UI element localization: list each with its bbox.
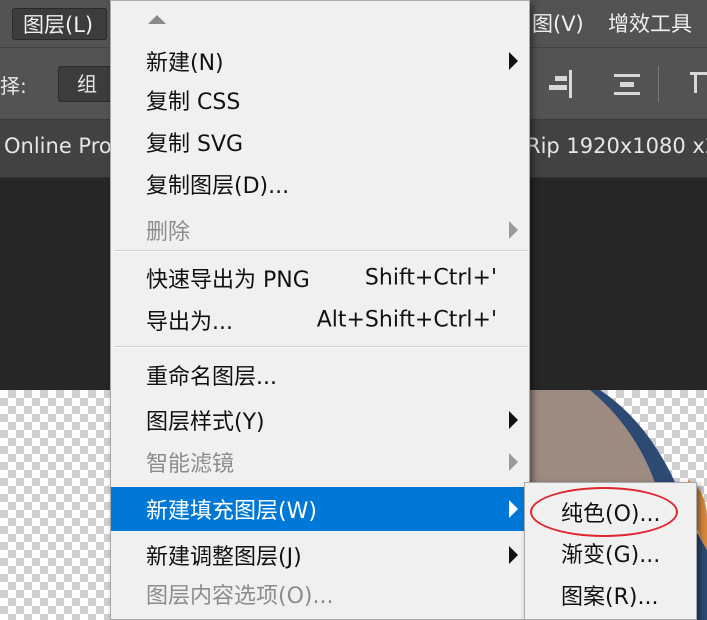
layer-menu: 新建(N) 复制 CSS 复制 SVG 复制图层(D)... 删除 快速导出为 … [110, 0, 530, 620]
menu-item-label: 复制 CSS [146, 90, 241, 115]
menu-item-rename-layer[interactable]: 重命名图层... [111, 355, 529, 395]
menu-item-label: 删除 [146, 220, 191, 245]
menu-item-label: 智能滤镜 [146, 452, 235, 477]
submenu-arrow-icon [509, 411, 518, 429]
menu-item-copy-css[interactable]: 复制 CSS [111, 80, 529, 120]
menu-item-label: 新建填充图层(W) [146, 499, 317, 524]
document-tab[interactable]: Online Pro [4, 134, 112, 158]
menubar-layer[interactable]: 图层(L) [12, 8, 107, 40]
menu-item-smart-filter[interactable]: 智能滤镜 [111, 442, 529, 482]
submenu-arrow-icon [509, 453, 518, 471]
auto-select-label: 择: [0, 74, 27, 98]
menu-item-new[interactable]: 新建(N) [111, 41, 529, 81]
menu-item-label: 重命名图层... [146, 365, 277, 390]
menu-item-label: 复制 SVG [146, 132, 244, 157]
align-horizontal-centers-icon[interactable] [610, 68, 642, 100]
submenu-item-label: 图案(R)... [561, 585, 659, 610]
menu-item-duplicate-layer[interactable]: 复制图层(D)... [111, 164, 529, 204]
menu-item-label: 图层内容选项(O)... [146, 584, 334, 609]
submenu-item-label: 渐变(G)... [561, 543, 661, 568]
menu-item-copy-svg[interactable]: 复制 SVG [111, 122, 529, 162]
submenu-item-label: 纯色(O)... [561, 502, 661, 527]
document-tab[interactable]: Rip 1920x1080 x2 [526, 134, 707, 158]
scroll-up-arrow-icon[interactable] [148, 15, 166, 24]
fill-layer-submenu: 纯色(O)... 渐变(G)... 图案(R)... [524, 482, 697, 620]
submenu-item-solid-color[interactable]: 纯色(O)... [525, 492, 696, 532]
menu-item-shortcut: Alt+Shift+Ctrl+' [316, 307, 497, 333]
menu-item-layer-style[interactable]: 图层样式(Y) [111, 400, 529, 440]
auto-select-dropdown[interactable]: 组 [58, 66, 118, 102]
menu-item-delete[interactable]: 删除 [111, 210, 529, 250]
menu-item-label: 新建(N) [146, 51, 224, 76]
menu-item-export-as[interactable]: 导出为... Alt+Shift+Ctrl+' [111, 300, 529, 340]
submenu-arrow-icon [509, 221, 518, 239]
align-top-edges-icon[interactable] [690, 72, 707, 94]
menubar-view[interactable]: 图(V) [532, 8, 584, 40]
submenu-arrow-icon [509, 500, 518, 518]
submenu-item-pattern[interactable]: 图案(R)... [525, 575, 696, 615]
submenu-arrow-icon [509, 52, 518, 70]
menu-item-label: 复制图层(D)... [146, 174, 290, 199]
menu-item-label: 导出为... [146, 310, 233, 335]
submenu-item-gradient[interactable]: 渐变(G)... [525, 533, 696, 573]
menubar-plugins[interactable]: 增效工具 [608, 8, 692, 40]
menu-item-layer-content-options[interactable]: 图层内容选项(O)... [111, 574, 529, 614]
align-right-edges-icon[interactable] [545, 68, 577, 100]
options-separator [658, 66, 659, 102]
menu-separator [114, 250, 528, 252]
menu-separator [114, 346, 528, 348]
menu-item-label: 图层样式(Y) [146, 410, 265, 435]
submenu-arrow-icon [509, 546, 518, 564]
menu-item-shortcut: Shift+Ctrl+' [364, 265, 497, 291]
menu-item-new-adjustment-layer[interactable]: 新建调整图层(J) [111, 535, 529, 575]
menu-item-label: 快速导出为 PNG [146, 268, 310, 293]
menu-item-new-fill-layer[interactable]: 新建填充图层(W) [111, 487, 529, 531]
menu-item-label: 新建调整图层(J) [146, 545, 302, 570]
menu-item-quick-export-png[interactable]: 快速导出为 PNG Shift+Ctrl+' [111, 258, 529, 298]
